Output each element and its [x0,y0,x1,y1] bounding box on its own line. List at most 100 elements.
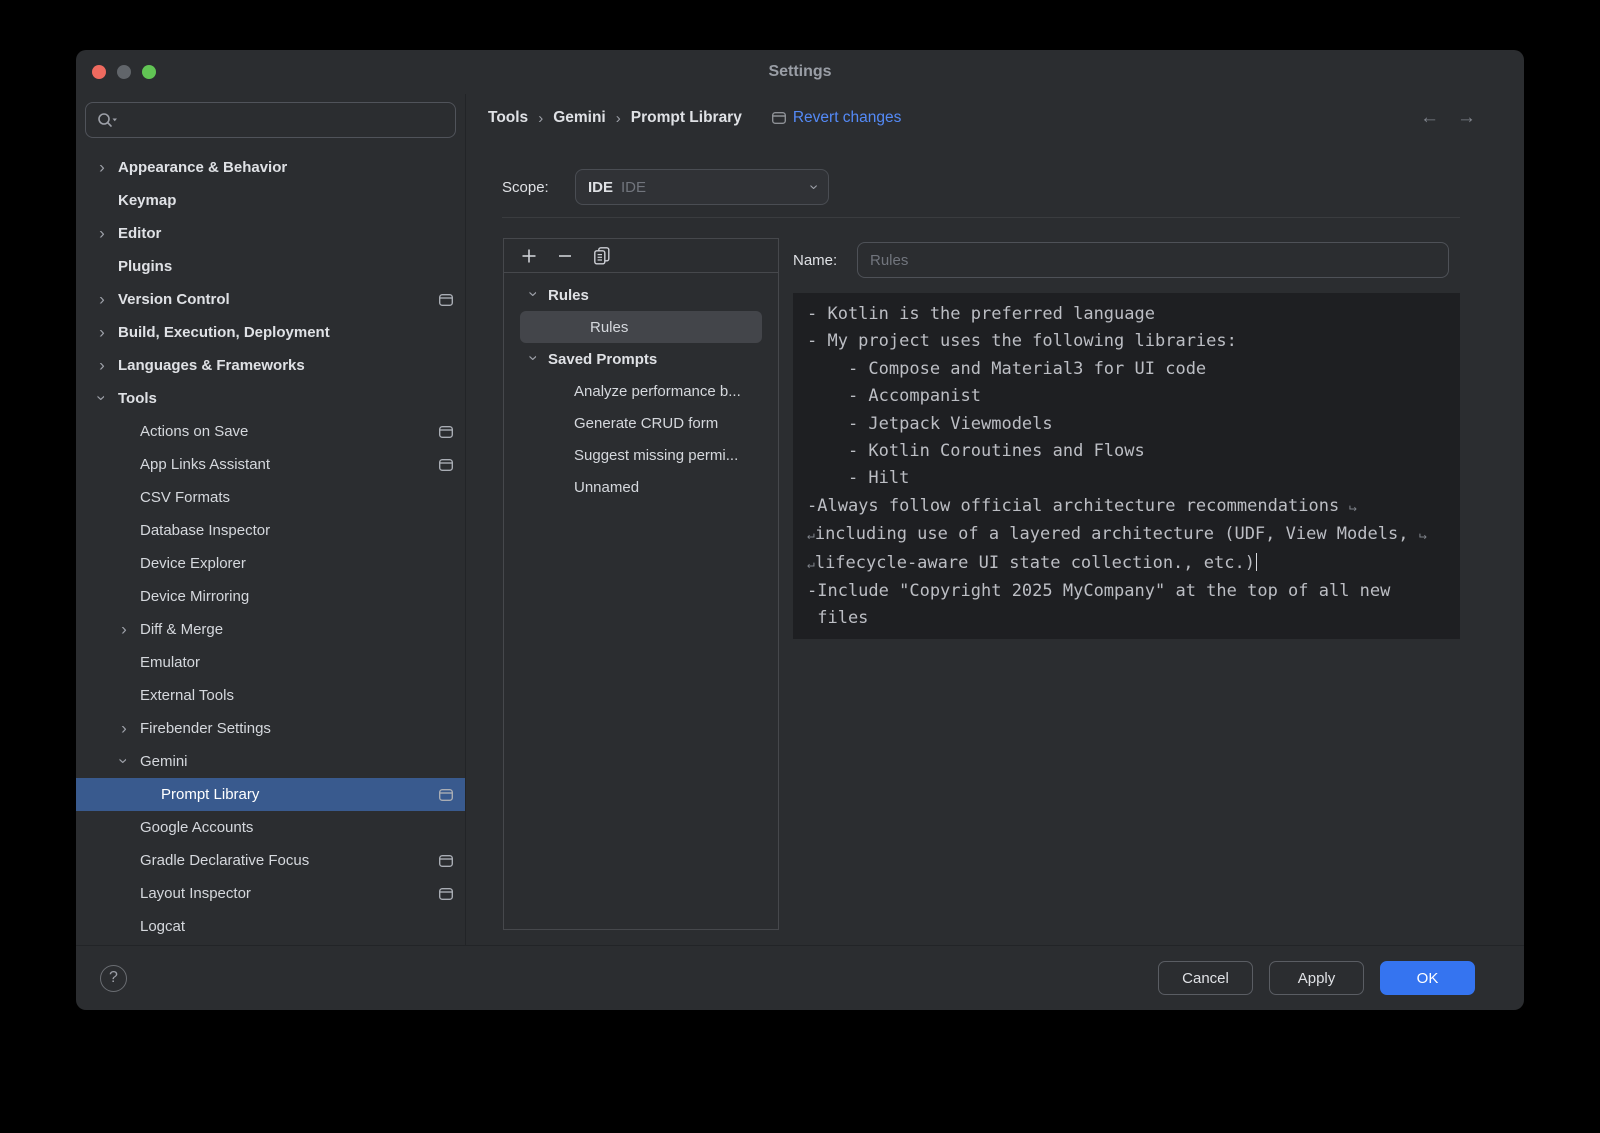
prompt-name-input[interactable] [857,242,1449,278]
chevron-right-icon[interactable]: › [96,323,108,340]
sidebar-item-tools[interactable]: ›Tools [76,382,465,415]
soft-wrap-icon: ↵ [1419,522,1427,549]
prompt-item-analyze-performance-b[interactable]: Analyze performance b... [504,375,778,407]
settings-content: Tools › Gemini › Prompt Library Revert c… [466,94,1524,945]
prompt-item-unnamed[interactable]: Unnamed [504,471,778,503]
chevron-right-icon[interactable]: › [96,158,108,175]
breadcrumb: Tools › Gemini › Prompt Library Revert c… [488,104,1524,132]
chevron-right-icon[interactable]: › [96,224,108,241]
editor-line: -Always follow official architecture rec… [807,493,1446,521]
scope-hint: IDE [621,179,646,196]
prompt-tree-label: Analyze performance b... [574,383,741,400]
sidebar-item-google-accounts[interactable]: Google Accounts [76,811,465,844]
sidebar-item-gradle-declarative-focus[interactable]: Gradle Declarative Focus [76,844,465,877]
forward-icon[interactable]: → [1457,107,1476,129]
editor-line: - Hilt [807,465,1446,492]
sidebar-item-languages-frameworks[interactable]: › Languages & Frameworks [76,349,465,382]
sidebar-item-version-control[interactable]: › Version Control [76,283,465,316]
sidebar-item-layout-inspector[interactable]: Layout Inspector [76,877,465,910]
dialog-footer: ? Cancel Apply OK [76,945,1524,1010]
text-cursor [1256,553,1258,571]
ok-button[interactable]: OK [1380,961,1475,995]
prompt-item-suggest-missing-permi[interactable]: Suggest missing permi... [504,439,778,471]
sidebar-item-label: Version Control [118,291,230,308]
editor-line: ↵lifecycle-aware UI state collection., e… [807,550,1446,578]
sidebar-item-external-tools[interactable]: External Tools [76,679,465,712]
breadcrumb-gemini[interactable]: Gemini [553,109,606,127]
editor-line: - My project uses the following librarie… [807,328,1446,355]
revert-changes-label: Revert changes [793,109,902,127]
modified-settings-icon [439,855,453,867]
breadcrumb-separator: › [538,110,543,127]
prompt-text-editor[interactable]: - Kotlin is the preferred language- My p… [793,293,1460,639]
sidebar-item-label: Device Mirroring [140,588,249,605]
sidebar-item-label: Languages & Frameworks [118,357,305,374]
editor-line-text: lifecycle-aware UI state collection., et… [815,553,1255,573]
sidebar-item-keymap[interactable]: Keymap [76,184,465,217]
sidebar-item-device-mirroring[interactable]: Device Mirroring [76,580,465,613]
chevron-down-icon[interactable]: › [526,352,543,364]
editor-line-text: - Hilt [807,468,909,488]
prompt-group-rules[interactable]: › Rules [504,279,778,311]
prompt-item-rules[interactable]: Rules [520,311,762,343]
chevron-right-icon[interactable]: › [118,620,130,637]
apply-button[interactable]: Apply [1269,961,1364,995]
search-input[interactable] [122,111,445,130]
editor-line-text: including use of a layered architecture … [815,524,1419,544]
sidebar-item-prompt-library[interactable]: Prompt Library [76,778,465,811]
prompt-tree-label: Rules [548,287,589,304]
sidebar-item-label: Gemini [140,753,188,770]
scope-value: IDE [588,179,613,196]
sidebar-item-editor[interactable]: › Editor [76,217,465,250]
window-title: Settings [76,50,1524,94]
add-prompt-button[interactable] [518,245,540,267]
modified-settings-icon [439,294,453,306]
sidebar-item-appearance-behavior[interactable]: › Appearance & Behavior [76,151,465,184]
scope-label: Scope: [502,179,549,196]
cancel-button[interactable]: Cancel [1158,961,1253,995]
revert-changes-link[interactable]: Revert changes [772,109,902,127]
prompt-group-saved-prompts[interactable]: ›Saved Prompts [504,343,778,375]
chevron-down-icon[interactable]: › [116,754,133,766]
editor-line-text: -Include "Copyright 2025 MyCompany" at t… [807,581,1390,601]
sidebar-item-app-links-assistant[interactable]: App Links Assistant [76,448,465,481]
editor-line: - Jetpack Viewmodels [807,411,1446,438]
sidebar-item-build-execution-deployment[interactable]: › Build, Execution, Deployment [76,316,465,349]
sidebar-item-label: Appearance & Behavior [118,159,287,176]
sidebar-item-label: Actions on Save [140,423,248,440]
chevron-right-icon[interactable]: › [118,719,130,736]
sidebar-item-label: Editor [118,225,161,242]
scope-row: Scope: [502,169,549,205]
chevron-right-icon[interactable]: › [96,356,108,373]
remove-prompt-button[interactable] [554,245,576,267]
settings-nav-tree: › Appearance & Behavior Keymap › Editor Plugi… [76,151,465,945]
sidebar-item-firebender-settings[interactable]: ›Firebender Settings [76,712,465,745]
prompt-tree-label: Unnamed [574,479,639,496]
prompt-item-generate-crud-form[interactable]: Generate CRUD form [504,407,778,439]
sidebar-item-label: Prompt Library [161,786,259,803]
chevron-down-icon[interactable]: › [526,288,543,300]
history-nav: ← → [1420,104,1476,132]
sidebar-item-device-explorer[interactable]: Device Explorer [76,547,465,580]
sidebar-item-plugins[interactable]: Plugins [76,250,465,283]
sidebar-item-label: Gradle Declarative Focus [140,852,309,869]
sidebar-item-label: Build, Execution, Deployment [118,324,330,341]
sidebar-item-logcat[interactable]: Logcat [76,910,465,943]
copy-prompt-button[interactable] [590,245,612,267]
settings-search-box[interactable] [85,102,456,138]
breadcrumb-prompt-library: Prompt Library [631,109,742,127]
sidebar-item-database-inspector[interactable]: Database Inspector [76,514,465,547]
sidebar-item-emulator[interactable]: Emulator [76,646,465,679]
soft-wrap-icon: ↵ [807,557,815,572]
sidebar-item-actions-on-save[interactable]: Actions on Save [76,415,465,448]
help-icon[interactable]: ? [100,965,127,992]
sidebar-item-gemini[interactable]: › Gemini [76,745,465,778]
title-bar: Settings [76,50,1524,94]
back-icon[interactable]: ← [1420,107,1439,129]
breadcrumb-tools[interactable]: Tools [488,109,528,127]
scope-dropdown[interactable]: IDE IDE › [575,169,829,205]
sidebar-item-diff-merge[interactable]: ›Diff & Merge [76,613,465,646]
chevron-down-icon[interactable]: › [94,391,111,403]
chevron-right-icon[interactable]: › [96,290,108,307]
sidebar-item-csv-formats[interactable]: CSV Formats [76,481,465,514]
